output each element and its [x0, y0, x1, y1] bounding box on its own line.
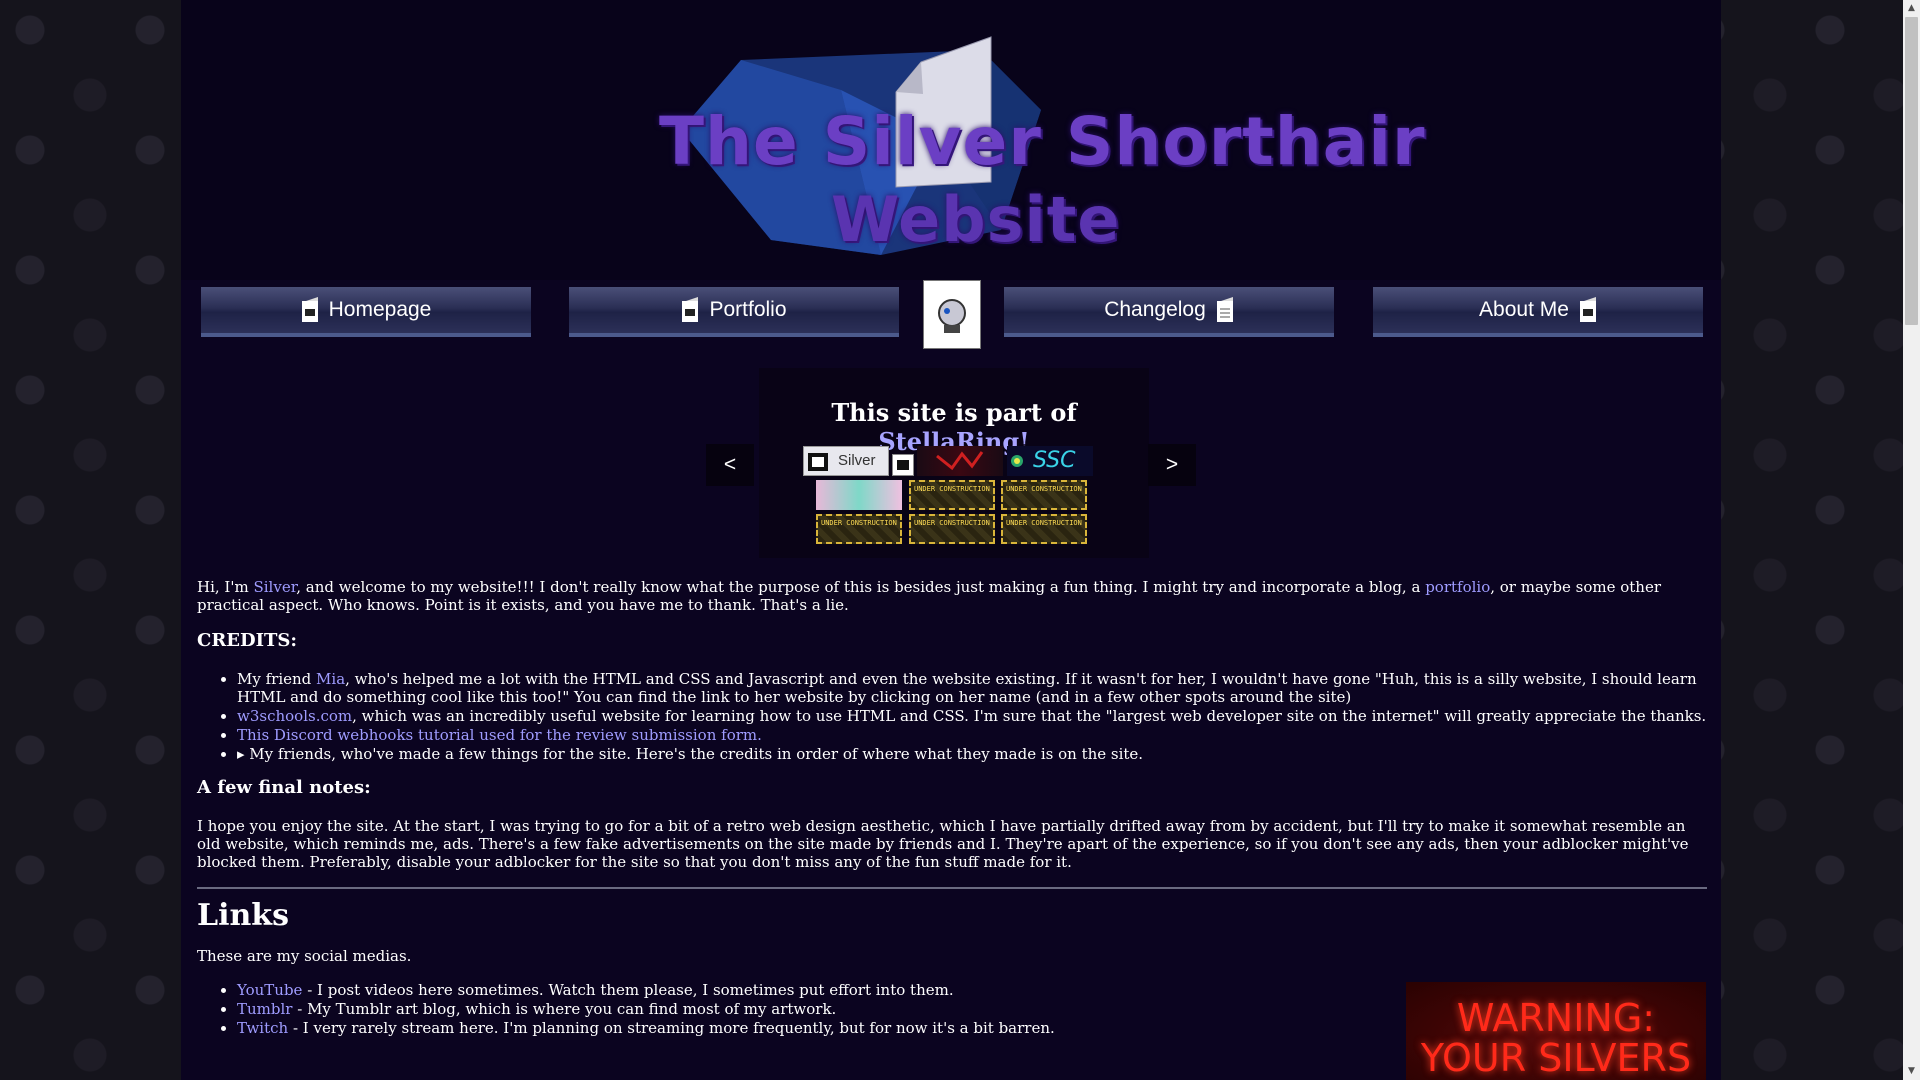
webring-badge-silver[interactable]: Silver: [803, 446, 889, 476]
webring-badge-under-construction[interactable]: UNDER CONSTRUCTION: [909, 480, 995, 510]
document-icon: [1216, 297, 1233, 322]
mascot-icon: [938, 298, 966, 333]
nav-homepage-label: Homepage: [328, 298, 432, 321]
silver-link[interactable]: Silver: [253, 578, 296, 596]
warning-line1: WARNING:: [1456, 996, 1656, 1040]
discord-tutorial-link[interactable]: This Discord webhooks tutorial used for …: [237, 726, 762, 744]
webring-badge-under-construction[interactable]: UNDER CONSTRUCTION: [909, 514, 995, 544]
squiggle-icon: [936, 451, 984, 471]
nav-changelog-button[interactable]: Changelog: [1004, 287, 1334, 337]
friends-credits-toggle[interactable]: ▸ My friends, who've made a few things f…: [237, 745, 1707, 763]
scroll-down-icon[interactable]: ▼: [1903, 1063, 1920, 1080]
nav-portfolio-label: Portfolio: [709, 298, 787, 321]
document-cat-icon: [682, 297, 699, 322]
eye-icon: [1011, 455, 1023, 467]
logo-title-line2[interactable]: Website: [831, 183, 1120, 256]
webring-next-button[interactable]: >: [1148, 444, 1196, 486]
fake-ad-warning[interactable]: WARNING: YOUR SILVERS: [1406, 982, 1706, 1080]
webring-badge-under-construction[interactable]: UNDER CONSTRUCTION: [816, 514, 902, 544]
scroll-thumb[interactable]: [1905, 17, 1918, 325]
logo-title-line1[interactable]: The Silver Shorthair: [659, 103, 1426, 180]
webring-prev-button[interactable]: <: [706, 444, 754, 486]
youtube-link[interactable]: YouTube: [237, 981, 302, 999]
w3schools-link[interactable]: w3schools.com: [237, 707, 352, 725]
scroll-up-icon[interactable]: ▲: [1903, 0, 1920, 17]
nav-about-button[interactable]: About Me: [1373, 287, 1703, 337]
nav-portfolio-button[interactable]: Portfolio: [569, 287, 899, 337]
site-header: The Silver Shorthair Website: [181, 0, 1721, 280]
webring-badge-anime[interactable]: [816, 480, 902, 510]
links-heading: Links: [197, 898, 289, 933]
webring-badge-small[interactable]: [892, 454, 914, 476]
portfolio-link[interactable]: portfolio: [1425, 578, 1490, 596]
final-notes-heading: A few final notes:: [197, 777, 371, 798]
webring-badge-silver-text: Silver: [838, 452, 876, 469]
webring-box: This site is part of StellaRing! Silver …: [759, 368, 1149, 558]
cat-icon: [897, 460, 909, 470]
page-container: The Silver Shorthair Website Homepage Po…: [181, 0, 1721, 1080]
nav-changelog-label: Changelog: [1104, 298, 1206, 321]
warning-line2: YOUR SILVERS: [1420, 1036, 1692, 1080]
divider: [197, 887, 1707, 889]
webring-badge-ssc-text: SSC: [1033, 448, 1076, 473]
main-content: Hi, I'm Silver, and welcome to my websit…: [197, 578, 1707, 1038]
credits-list: My friend Mia, who's helped me a lot wit…: [197, 670, 1707, 763]
intro-paragraph: Hi, I'm Silver, and welcome to my websit…: [197, 578, 1661, 614]
list-item: My friend Mia, who's helped me a lot wit…: [237, 670, 1707, 706]
nav-homepage-button[interactable]: Homepage: [201, 287, 531, 337]
mia-link[interactable]: Mia: [316, 670, 345, 688]
final-notes-paragraph: I hope you enjoy the site. At the start,…: [197, 817, 1689, 871]
nav-about-label: About Me: [1479, 298, 1569, 321]
credits-heading: CREDITS:: [197, 630, 298, 651]
list-item: w3schools.com, which was an incredibly u…: [237, 707, 1707, 725]
vertical-scrollbar[interactable]: ▲ ▼: [1903, 0, 1920, 1080]
webring-badge-dark[interactable]: [917, 446, 1003, 476]
webring-title-prefix: This site is part of: [831, 398, 1077, 427]
twitch-link[interactable]: Twitch: [237, 1019, 288, 1037]
nav-mascot-button[interactable]: [923, 280, 981, 349]
document-cat-icon: [1579, 297, 1596, 322]
tumblr-link[interactable]: Tumblr: [237, 1000, 292, 1018]
links-intro: These are my social medias.: [197, 947, 412, 965]
document-cat-icon: [301, 297, 318, 322]
webring-badge-under-construction[interactable]: UNDER CONSTRUCTION: [1001, 514, 1087, 544]
webring-badge-under-construction[interactable]: UNDER CONSTRUCTION: [1001, 480, 1087, 510]
list-item: This Discord webhooks tutorial used for …: [237, 726, 1707, 744]
webring-badge-ssc[interactable]: SSC: [1007, 446, 1093, 476]
